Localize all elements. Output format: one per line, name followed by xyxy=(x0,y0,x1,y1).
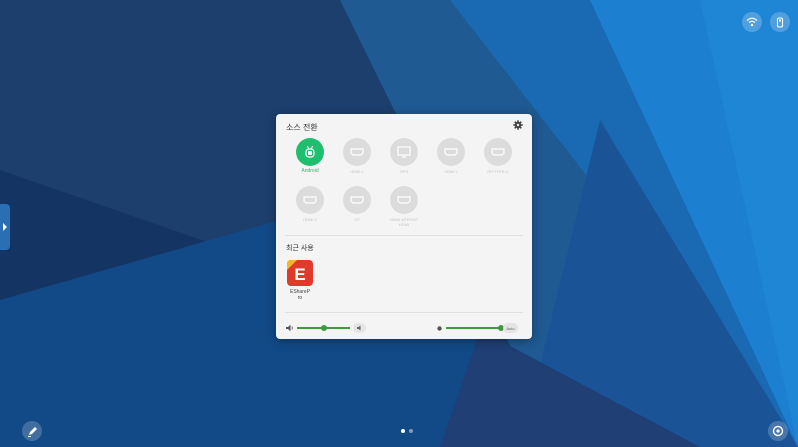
source-hdmi-1[interactable]: HDMI 1 xyxy=(335,138,379,174)
hdmi-icon xyxy=(484,138,512,166)
brightness-control: Auto xyxy=(436,323,518,333)
recent-title: 최근 사용 xyxy=(286,245,314,252)
android-icon xyxy=(296,138,324,166)
hdmi-icon xyxy=(437,138,465,166)
app-letter: E xyxy=(294,265,305,284)
wifi-icon[interactable] xyxy=(742,12,762,32)
page-indicator xyxy=(401,429,413,433)
pen-button[interactable] xyxy=(22,421,42,441)
divider xyxy=(285,312,523,313)
app-label-line2: ro xyxy=(297,295,303,301)
source-label: HDMI 3 xyxy=(303,217,317,222)
auto-label: Auto xyxy=(506,325,515,331)
mute-icon xyxy=(356,325,360,331)
gear-icon[interactable] xyxy=(513,120,523,130)
mute-button[interactable] xyxy=(353,323,366,333)
usb-icon[interactable] xyxy=(770,12,790,32)
source-label: DP xyxy=(354,217,360,222)
source-label: HDMI 2 xyxy=(444,169,458,174)
desktop-screen: 소스 전환 Android HDMI 1 OPS HDMI 2 DP/TYPE-… xyxy=(0,0,798,447)
settings-button[interactable] xyxy=(768,421,788,441)
source-switch-panel: 소스 전환 Android HDMI 1 OPS HDMI 2 DP/TYPE-… xyxy=(276,114,532,339)
settings-icon xyxy=(772,425,784,437)
source-hdmi-4-front[interactable]: HDMI 4/FRONT HDMI xyxy=(382,186,426,227)
source-dp-type-c[interactable]: DP/TYPE-C xyxy=(476,138,520,174)
brightness-icon xyxy=(437,325,442,331)
source-hdmi-2[interactable]: HDMI 2 xyxy=(429,138,473,174)
brightness-slider-track[interactable] xyxy=(446,327,501,329)
source-android[interactable]: Android xyxy=(288,138,332,174)
page-dot-active[interactable] xyxy=(401,429,405,433)
source-label: Android xyxy=(301,168,319,174)
hdmi-icon xyxy=(296,186,324,214)
source-label: HDMI 1 xyxy=(350,169,364,174)
hdmi-icon xyxy=(343,186,371,214)
source-hdmi-3[interactable]: HDMI 3 xyxy=(288,186,332,222)
divider xyxy=(285,235,523,236)
pen-icon xyxy=(27,426,37,437)
recent-app-eshare[interactable]: E EShareP ro xyxy=(287,260,313,301)
source-label-line2: HDMI xyxy=(398,222,410,227)
source-ops[interactable]: OPS xyxy=(382,138,426,174)
speaker-icon xyxy=(286,324,293,332)
source-label: OPS xyxy=(399,169,409,174)
chevron-right-icon xyxy=(3,223,7,231)
panel-title: 소스 전환 xyxy=(286,123,318,132)
page-dot[interactable] xyxy=(409,429,413,433)
auto-brightness-button[interactable]: Auto xyxy=(503,323,518,333)
volume-control xyxy=(286,323,366,333)
source-label: DP/TYPE-C xyxy=(487,169,509,174)
source-dp[interactable]: DP xyxy=(335,186,379,222)
eshare-app-icon: E xyxy=(287,260,313,286)
hdmi-icon xyxy=(390,186,418,214)
monitor-icon xyxy=(390,138,418,166)
volume-slider-knob[interactable] xyxy=(320,324,327,331)
hdmi-icon xyxy=(343,138,371,166)
status-icons xyxy=(742,12,790,32)
side-drawer-handle[interactable] xyxy=(0,204,10,250)
